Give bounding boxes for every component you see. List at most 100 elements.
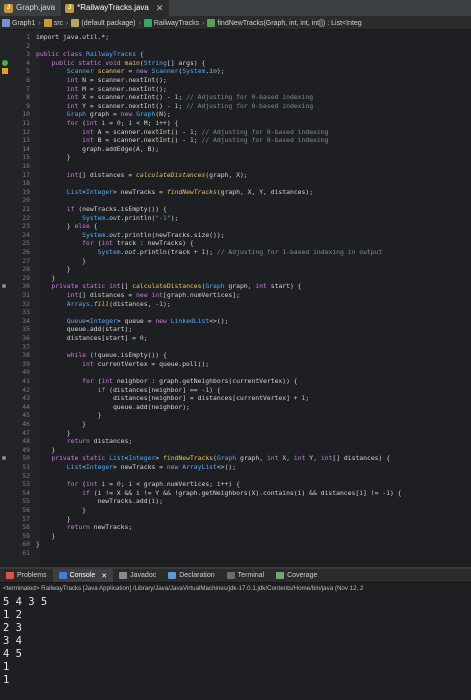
coverage-icon xyxy=(276,572,285,579)
line-number: 21 xyxy=(22,205,30,213)
warning-icon[interactable] xyxy=(2,68,8,75)
code-line: 9 int Y = scanner.nextInt() - 1; // Adju… xyxy=(0,102,471,111)
code-line: 5 Scanner scanner = new Scanner(System.i… xyxy=(0,67,471,76)
line-number: 2 xyxy=(26,41,30,50)
run-marker-icon[interactable] xyxy=(2,59,8,66)
package-icon xyxy=(71,19,80,27)
code-line: 4 public static void main(String[] args)… xyxy=(0,59,471,68)
method-icon xyxy=(207,19,216,27)
code-line: 32 Arrays.fill(distances, -1); xyxy=(0,300,471,309)
code-editor[interactable]: 1 import java.util.*; 2 3 public class Railw… xyxy=(0,30,471,567)
breadcrumb-label: src xyxy=(53,19,64,27)
line-number: 58 xyxy=(22,523,30,532)
line-number: 49 xyxy=(22,445,30,454)
code-line: 2 xyxy=(0,42,471,51)
code-text: List<Integer> newTracks = new ArrayList<… xyxy=(66,463,237,471)
line-number: 36 xyxy=(22,334,30,342)
line-number: 29 xyxy=(22,273,30,282)
panel-tab-label: Declaration xyxy=(179,572,215,579)
panel-tab-terminal[interactable]: Terminal xyxy=(221,569,270,582)
line-number: 38 xyxy=(22,351,30,360)
line-number: 52 xyxy=(22,471,30,480)
terminal-icon xyxy=(226,572,235,579)
breadcrumb-item[interactable]: Graph1 xyxy=(0,19,37,27)
close-icon[interactable]: ✕ xyxy=(156,0,164,16)
close-icon[interactable]: ✕ xyxy=(101,572,107,580)
line-number: 15 xyxy=(22,153,30,162)
code-line: 52 xyxy=(0,472,471,481)
console-line: 2 3 xyxy=(3,622,22,634)
class-icon xyxy=(143,19,152,27)
code-text: int X = scanner.nextInt() - 1; // Adjust… xyxy=(66,93,314,102)
line-number: 9 xyxy=(26,101,30,110)
line-number: 48 xyxy=(22,437,30,446)
code-text: public class RailwayTracks { xyxy=(36,50,144,59)
line-number: 51 xyxy=(22,463,30,471)
code-text: return newTracks; xyxy=(66,523,133,532)
line-number: 35 xyxy=(22,325,30,334)
line-number: 18 xyxy=(22,179,30,188)
code-text: import java.util.*; xyxy=(36,33,110,41)
console-line: 3 4 xyxy=(3,635,22,647)
code-text: if (distances[neighbor] == -1) { xyxy=(97,385,221,394)
code-line: 21 if (newTracks.isEmpty()) { xyxy=(0,205,471,214)
code-text: if (newTracks.isEmpty()) { xyxy=(66,205,167,213)
code-text: int[] distances = new int[graph.numVerti… xyxy=(66,291,240,299)
code-line: 3 public class RailwayTracks { xyxy=(0,50,471,59)
line-number: 6 xyxy=(26,76,30,84)
console-output[interactable]: 5 4 3 51 22 33 44 511 xyxy=(0,596,471,687)
breadcrumb-label: Graph1 xyxy=(12,19,36,27)
line-number: 56 xyxy=(22,506,30,514)
code-line: 16 xyxy=(0,162,471,171)
code-line: 60} xyxy=(0,540,471,549)
line-number: 39 xyxy=(22,359,30,368)
console-icon xyxy=(58,572,67,579)
line-number: 60 xyxy=(22,540,30,549)
panel-tab-coverage[interactable]: Coverage xyxy=(270,569,323,582)
code-text: } xyxy=(36,256,87,265)
code-text: for (int i = 0; i < graph.numVertices; i… xyxy=(66,480,240,489)
panel-tab-problems[interactable]: Problems xyxy=(0,569,53,582)
code-line: 59 } xyxy=(0,532,471,541)
breadcrumb-item[interactable]: findNewTracks(Graph, int, int, int[]) : … xyxy=(205,19,363,27)
breadcrumb-item[interactable]: src xyxy=(42,19,65,27)
line-number: 33 xyxy=(22,308,30,317)
code-line: 58 return newTracks; xyxy=(0,523,471,532)
line-number: 3 xyxy=(26,50,30,59)
code-line: 48 return distances; xyxy=(0,437,471,446)
editor-tab-railwaytracksjava[interactable]: J *RailwayTracks.java ✕ xyxy=(61,0,170,16)
line-number: 22 xyxy=(22,213,30,222)
editor-tab-graphjava[interactable]: J Graph.java xyxy=(0,0,61,16)
code-line: 40 xyxy=(0,368,471,377)
code-line: 50 private static List<Integer> findNewT… xyxy=(0,454,471,463)
breadcrumb-label: (default package) xyxy=(81,19,136,27)
line-number: 11 xyxy=(22,119,30,127)
source-folder-icon xyxy=(43,19,52,27)
panel-tab-declaration[interactable]: Declaration xyxy=(162,569,220,582)
code-text: for (int i = 0; i < M; i++) { xyxy=(66,119,179,127)
code-text: private static List<Integer> findNewTrac… xyxy=(51,454,391,463)
panel-tab-javadoc[interactable]: Javadoc xyxy=(113,569,162,582)
code-text: } xyxy=(36,273,56,282)
breadcrumb-item[interactable]: RailwayTracks xyxy=(142,19,201,27)
code-line: 20 xyxy=(0,196,471,205)
code-text: for (int track : newTracks) { xyxy=(82,239,194,248)
code-text: } xyxy=(36,540,40,549)
panel-tab-bar: Problems Console ✕ Javadoc Declaration Termin… xyxy=(0,569,471,583)
line-number: 8 xyxy=(26,93,30,102)
line-number: 57 xyxy=(22,514,30,523)
line-number: 27 xyxy=(22,256,30,265)
code-line: 28 } xyxy=(0,265,471,274)
code-line: 35 queue.add(start); xyxy=(0,325,471,334)
panel-tab-console[interactable]: Console ✕ xyxy=(52,569,114,582)
code-text: } xyxy=(36,420,87,428)
code-line: 30 private static int[] calculateDistanc… xyxy=(0,282,471,291)
line-number: 44 xyxy=(22,402,30,411)
code-line: 61 xyxy=(0,549,471,558)
breadcrumb-item[interactable]: (default package) xyxy=(69,19,137,27)
console-line: 1 2 xyxy=(3,609,22,621)
code-text: int Y = scanner.nextInt() - 1; // Adjust… xyxy=(66,101,314,110)
line-number: 14 xyxy=(22,144,30,153)
panel-tab-label: Javadoc xyxy=(130,572,157,579)
line-number: 28 xyxy=(22,265,30,274)
